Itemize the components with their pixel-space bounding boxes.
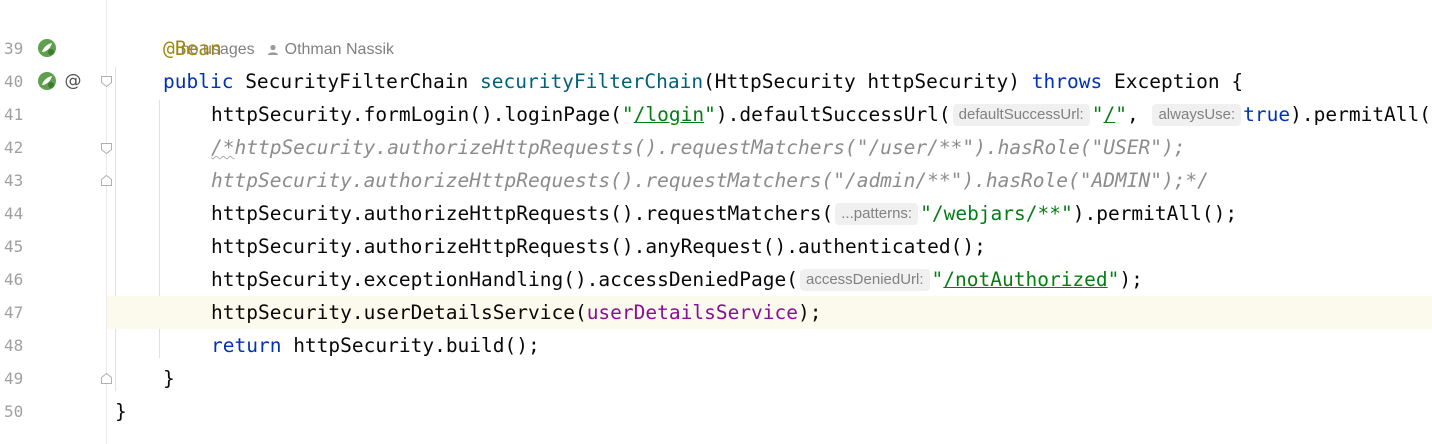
line-number: 46: [4, 270, 24, 289]
method-name: securityFilterChain: [480, 70, 704, 93]
parameter-hint: alwaysUse:: [1152, 104, 1242, 126]
line-number: 48: [4, 336, 24, 355]
code-text: );: [1119, 268, 1143, 291]
string-quote: ": [931, 268, 944, 291]
code-line-48[interactable]: return httpSecurity.build();: [107, 329, 1432, 362]
code-text: httpSecurity.formLogin().loginPage(: [211, 103, 622, 126]
code-text: httpSecurity.exceptionHandling().accessD…: [211, 268, 798, 291]
parameter-hint: accessDeniedUrl:: [800, 269, 930, 291]
line-number: 43: [4, 171, 24, 190]
code-editor[interactable]: no usages Othman Nassik @Bean public Secu…: [107, 0, 1432, 444]
string-quote: ": [621, 103, 634, 126]
string-literal: /login: [633, 103, 705, 126]
code-text: httpSecurity.authorizeHttpRequests().any…: [211, 235, 986, 258]
keyword: public: [163, 70, 234, 93]
line-number: 41: [4, 105, 24, 124]
code-line-40[interactable]: public SecurityFilterChain securityFilte…: [107, 65, 1432, 98]
comment: /*: [211, 136, 235, 159]
comment: httpSecurity.authorizeHttpRequests().req…: [211, 169, 1209, 192]
field-reference: userDetailsService: [586, 301, 799, 324]
code-line-45[interactable]: httpSecurity.authorizeHttpRequests().any…: [107, 230, 1432, 263]
keyword: return: [211, 334, 282, 357]
parameter-hint: defaultSuccessUrl:: [952, 104, 1090, 126]
code-text: (HttpSecurity httpSecurity): [703, 70, 1032, 93]
line-number: 39: [4, 39, 24, 58]
string-literal: "/webjars/**": [920, 202, 1073, 225]
code-line-50[interactable]: }: [107, 395, 1432, 428]
svg-text:@: @: [65, 71, 82, 91]
comment: httpSecurity.authorizeHttpRequests().req…: [234, 136, 1186, 159]
line-number: 42: [4, 138, 24, 157]
code-text: httpSecurity.userDetailsService(: [211, 301, 587, 324]
spring-bean-icon[interactable]: [37, 38, 57, 58]
line-number: 40: [4, 72, 24, 91]
string-quote: ": [1115, 103, 1127, 126]
code-vision-hint[interactable]: no usages Othman Nassik: [163, 0, 394, 58]
code-text: Exception {: [1102, 70, 1244, 93]
parameter-hint: ...patterns:: [835, 203, 919, 225]
code-line-42[interactable]: /*httpSecurity.authorizeHttpRequests().r…: [107, 131, 1432, 164]
code-text: ).defaultSuccessUrl(: [715, 103, 951, 126]
string-quote: ": [1107, 268, 1120, 291]
keyword: true: [1243, 103, 1291, 126]
code-text: );: [798, 301, 822, 324]
annotation: @Bean: [163, 37, 222, 60]
code-line-43[interactable]: httpSecurity.authorizeHttpRequests().req…: [107, 164, 1432, 197]
code-text: SecurityFilterChain: [233, 70, 480, 93]
string-quote: ": [1091, 103, 1104, 126]
code-line-46[interactable]: httpSecurity.exceptionHandling().accessD…: [107, 263, 1432, 296]
string-literal: /notAuthorized: [943, 268, 1108, 291]
editor-gutter: 39 40 41 42 43 44 45 46 47 48 49 50 @: [0, 0, 112, 444]
line-number: 47: [4, 303, 24, 322]
line-number: 50: [4, 402, 24, 421]
code-line-47[interactable]: httpSecurity.userDetailsService(userDeta…: [107, 296, 1432, 329]
code-line-44[interactable]: httpSecurity.authorizeHttpRequests().req…: [107, 197, 1432, 230]
string-quote: ": [704, 103, 716, 126]
line-number: 45: [4, 237, 24, 256]
keyword: throws: [1031, 70, 1103, 93]
code-line-39[interactable]: @Bean: [107, 32, 1432, 65]
spring-bean-icon[interactable]: [37, 71, 57, 91]
code-line-41[interactable]: httpSecurity.formLogin().loginPage("/log…: [107, 98, 1432, 131]
code-text: ).permitAll();: [1072, 202, 1238, 225]
code-text: }: [163, 367, 175, 390]
code-text: httpSecurity.authorizeHttpRequests().req…: [211, 202, 834, 225]
code-text: ,: [1126, 103, 1151, 126]
code-line-49[interactable]: }: [107, 362, 1432, 395]
string-literal: /: [1103, 103, 1116, 126]
line-number: 49: [4, 369, 24, 388]
code-text: }: [115, 400, 127, 423]
code-text: ).permitAll();: [1290, 103, 1432, 126]
line-number: 44: [4, 204, 24, 223]
at-sign-icon[interactable]: @: [63, 71, 83, 91]
code-text: httpSecurity.build();: [281, 334, 540, 357]
